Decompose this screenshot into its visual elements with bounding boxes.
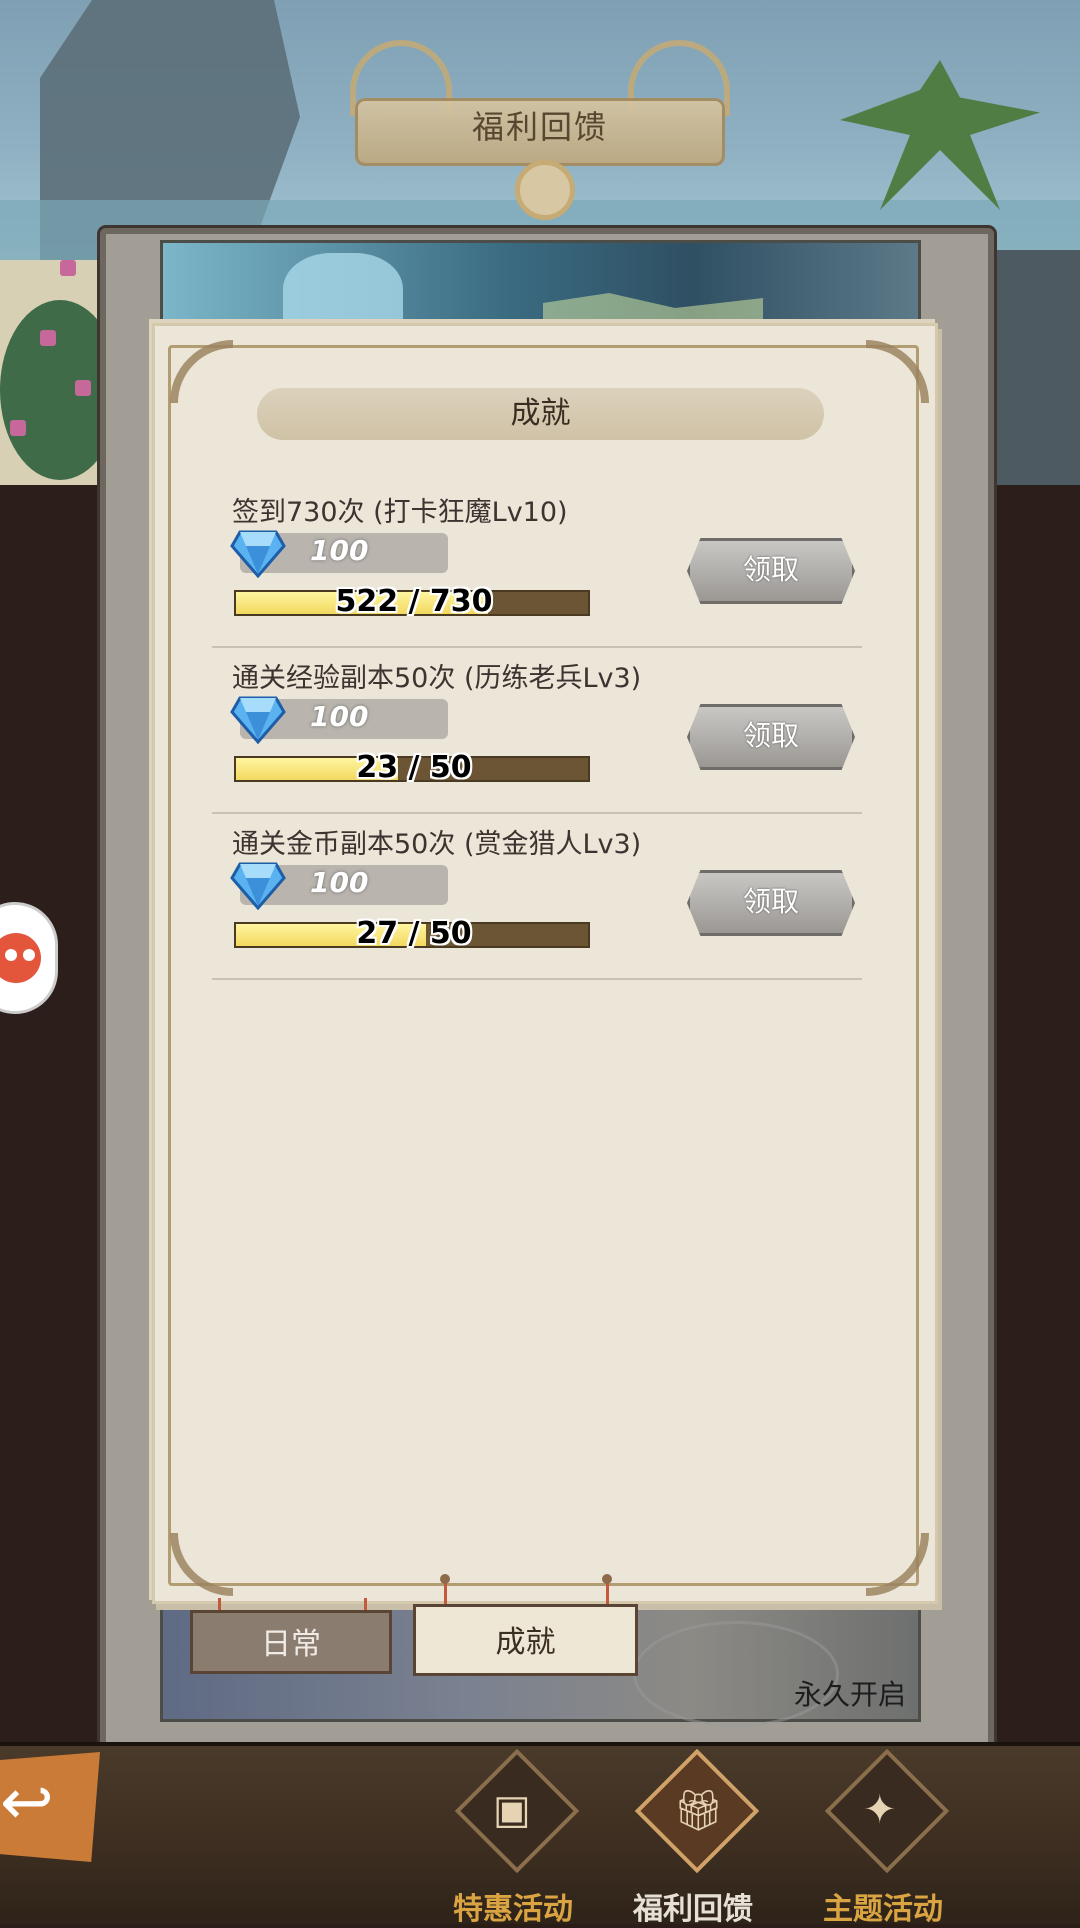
nav-item-special-offers[interactable]: ▣ 特惠活动	[448, 1748, 580, 1927]
claim-button[interactable]: 领取	[687, 870, 855, 936]
diamond-icon	[230, 696, 286, 744]
firework-icon: ✦	[863, 1787, 897, 1833]
nav-label: 福利回馈	[633, 1892, 753, 1927]
claim-button[interactable]: 领取	[687, 538, 855, 604]
progress-text: 522 / 730	[335, 584, 493, 619]
claim-button[interactable]: 领取	[687, 704, 855, 770]
back-button[interactable]: ↩	[0, 1752, 100, 1862]
reward-amount: 100	[310, 534, 369, 567]
progress-text: 23 / 50	[356, 750, 472, 785]
flower-illustration	[75, 380, 91, 396]
progress-bar: 522 / 730	[234, 584, 590, 619]
ornament-bottom	[515, 160, 575, 220]
achievement-row: 通关经验副本50次 (历练老兵Lv3) 100 23 / 50 领取	[212, 646, 862, 814]
flower-illustration	[10, 420, 26, 436]
flower-illustration	[60, 260, 76, 276]
mascot-eye	[5, 949, 17, 961]
page-title: 福利回馈	[471, 108, 608, 146]
tab-achievement[interactable]: 成就	[413, 1604, 638, 1676]
nav-label: 特惠活动	[453, 1892, 573, 1927]
progress-text: 27 / 50	[356, 916, 472, 951]
progress-bar: 27 / 50	[234, 916, 590, 951]
reward-amount: 100	[310, 866, 369, 899]
event-duration-label: 永久开启	[793, 1678, 906, 1711]
tab-knot	[602, 1574, 612, 1584]
diamond-icon	[230, 862, 286, 910]
back-arrow-icon: ↩	[0, 1766, 54, 1840]
mascot-eye	[23, 949, 35, 961]
reward-amount: 100	[310, 700, 369, 733]
achievement-title: 通关经验副本50次 (历练老兵Lv3)	[232, 663, 642, 694]
section-title: 成就	[257, 388, 824, 440]
achievement-title: 通关金币副本50次 (赏金猎人Lv3)	[232, 829, 642, 860]
nav-label: 主题活动	[823, 1892, 943, 1927]
nav-item-welfare[interactable]: 🎁︎ 福利回馈	[628, 1748, 760, 1927]
progress-bar: 23 / 50	[234, 750, 590, 785]
achievement-title: 签到730次 (打卡狂魔Lv10)	[232, 497, 568, 528]
tab-knot	[440, 1574, 450, 1584]
palm-tree-illustration	[840, 60, 1040, 210]
nav-item-theme-events[interactable]: ✦ 主题活动	[818, 1748, 950, 1927]
achievement-row: 通关金币副本50次 (赏金猎人Lv3) 100 27 / 50 领取	[212, 812, 862, 980]
page-title-plate: 福利回馈	[350, 40, 730, 220]
diamond-icon	[230, 530, 286, 578]
gift-box-icon: 🎁︎	[673, 1788, 724, 1834]
treasure-chest-icon: ▣	[493, 1787, 531, 1833]
achievement-row: 签到730次 (打卡狂魔Lv10) 100 522 / 730 领取	[212, 480, 862, 648]
tab-daily[interactable]: 日常	[190, 1610, 392, 1674]
flower-illustration	[40, 330, 56, 346]
